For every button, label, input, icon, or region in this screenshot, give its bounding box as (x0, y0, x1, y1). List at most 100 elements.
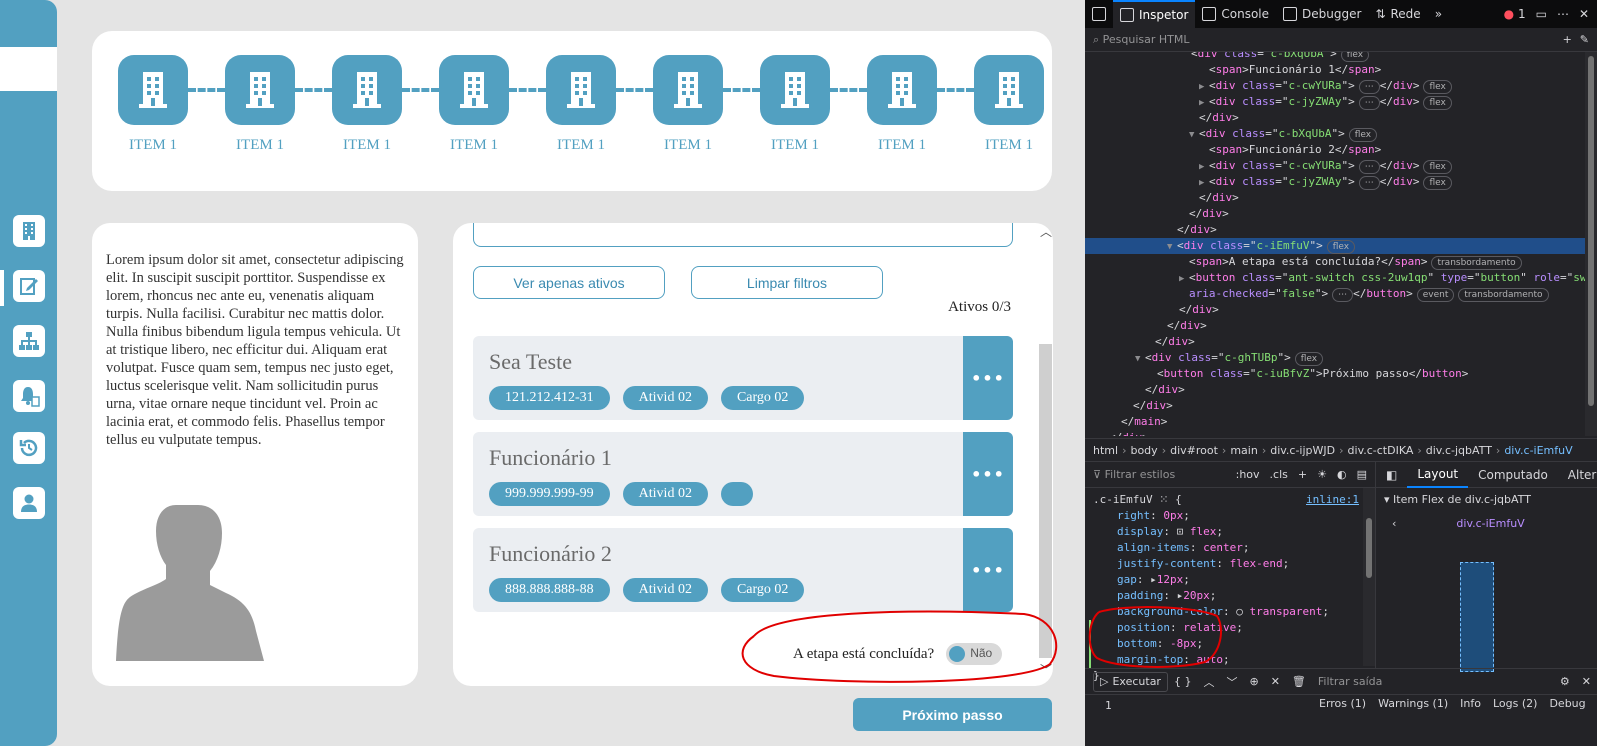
back-icon[interactable]: ‹ (1392, 517, 1396, 530)
hov-toggle[interactable]: :hov (1236, 468, 1260, 481)
pretty-print-icon[interactable]: { } (1168, 675, 1198, 688)
error-badge[interactable]: ● 1 (1504, 7, 1526, 21)
trash-icon[interactable]: 🗑 (1286, 675, 1312, 688)
step-tile[interactable] (118, 55, 188, 125)
scroll-up-arrow-icon[interactable]: ︿ (1040, 223, 1052, 240)
add-node-icon[interactable]: + (1563, 33, 1580, 46)
step-tile[interactable] (439, 55, 509, 125)
markup-line[interactable]: </div> (1085, 318, 1585, 334)
markup-line[interactable]: aria-checked="false"> ⋯ </button> event tran… (1085, 286, 1585, 302)
markup-line[interactable]: ▶ <button class="ant-switch css-2uw1qp" t… (1085, 270, 1585, 286)
next-step-button[interactable]: Próximo passo (853, 698, 1052, 731)
level-errors[interactable]: Erros (1) (1319, 697, 1366, 710)
close-icon[interactable]: ✕ (1579, 7, 1589, 21)
level-logs[interactable]: Logs (2) (1493, 697, 1537, 710)
markup-line[interactable]: ▶ <div class="c-jyZWAy"> ⋯ </div> flex (1085, 94, 1585, 110)
more-options-button[interactable]: ••• (963, 336, 1013, 420)
css-declaration[interactable]: align-items: center; (1089, 540, 1359, 556)
filter-active-button[interactable]: Ver apenas ativos (473, 266, 665, 299)
css-declaration[interactable]: gap: ▸12px; (1089, 572, 1359, 588)
markup-line[interactable]: ▶ <div class="c-cwYURa"> ⋯ </div> flex (1085, 78, 1585, 94)
markup-line[interactable]: </div> (1085, 302, 1585, 318)
step-tile[interactable] (332, 55, 402, 125)
tab-layout[interactable]: Layout (1407, 462, 1469, 488)
breadcrumb-item[interactable]: div.c-ijpWJD (1266, 444, 1339, 457)
flex-node-selector[interactable]: ‹ div.c-iEmfuV (1376, 510, 1597, 536)
tab-computed[interactable]: Computado (1468, 462, 1558, 488)
zoom-icon[interactable]: ⊕ (1243, 675, 1264, 688)
tab-debugger[interactable]: Debugger (1276, 0, 1368, 28)
more-options-icon[interactable]: ⋯ (1557, 7, 1569, 21)
markup-line[interactable]: ▶ <div class="c-jyZWAy"> ⋯ </div> flex (1085, 174, 1585, 190)
sidebar-item-notifications[interactable] (13, 380, 45, 412)
sidebar-item-organization[interactable] (13, 325, 45, 357)
breadcrumb-item[interactable]: div#root (1166, 444, 1222, 457)
markup-line-selected[interactable]: ▼ <div class="c-iEmfuV"> flex (1085, 238, 1585, 254)
employee-card[interactable]: Funcionário 2 888.888.888-88 Ativid 02 C… (473, 528, 1013, 612)
css-declaration-modified[interactable]: position: relative; (1089, 620, 1359, 636)
dock-icon[interactable]: ▭ (1536, 7, 1547, 21)
search-input[interactable] (473, 223, 1013, 247)
level-info[interactable]: Info (1460, 697, 1481, 710)
employee-card[interactable]: Funcionário 1 999.999.999-99 Ativid 02 •… (473, 432, 1013, 516)
markup-line[interactable]: </div> (1085, 334, 1585, 350)
markup-line[interactable]: <span>Funcionário 1</span> (1085, 62, 1585, 78)
step-tile[interactable] (974, 55, 1044, 125)
step-tile[interactable] (225, 55, 295, 125)
breadcrumb-item[interactable]: div.c-ctDIKA (1344, 444, 1418, 457)
markup-line[interactable]: <span>A etapa está concluída?</span> tran… (1085, 254, 1585, 270)
html-search-input[interactable]: ⌕ Pesquisar HTML + ✎ (1085, 28, 1597, 52)
step-item[interactable]: ITEM 1 (322, 55, 412, 154)
markup-line[interactable]: ▼ <div class="c-bXqUbA"> flex (1085, 126, 1585, 142)
level-debug[interactable]: Debug (1549, 697, 1585, 710)
clear-filters-button[interactable]: Limpar filtros (691, 266, 883, 299)
breadcrumb-item[interactable]: body (1126, 444, 1161, 457)
rule-header[interactable]: .c-iEmfuV ⁙ {inline:1 (1089, 492, 1359, 508)
history-down-icon[interactable]: ﹀ (1220, 674, 1243, 690)
step-tile[interactable] (653, 55, 723, 125)
rules-scrollbar[interactable] (1363, 488, 1375, 666)
markup-scrollbar[interactable] (1585, 52, 1597, 436)
markup-line[interactable]: </div> (1085, 222, 1585, 238)
step-item[interactable]: ITEM 1 (857, 55, 947, 154)
css-declaration[interactable]: background-color: ○ transparent; (1089, 604, 1359, 620)
step-tile[interactable] (760, 55, 830, 125)
breadcrumb-item-active[interactable]: div.c-iEmfuV (1500, 444, 1576, 457)
dark-theme-icon[interactable]: ◐ (1337, 468, 1347, 481)
close-split-icon[interactable]: ✕ (1576, 675, 1597, 688)
css-declaration[interactable]: display: ⊡ flex; (1089, 524, 1359, 540)
console-filter-input[interactable]: Filtrar saída (1318, 675, 1383, 688)
markup-line[interactable]: </div> (1085, 430, 1585, 436)
markup-line[interactable]: ▶ <div class="c-cwYURa"> ⋯ </div> flex (1085, 158, 1585, 174)
step-item[interactable]: ITEM 1 (643, 55, 733, 154)
tab-network[interactable]: ⇅ Rede (1368, 0, 1427, 28)
markup-scrollbar-thumb[interactable] (1588, 56, 1594, 406)
markup-line[interactable]: </main> (1085, 414, 1585, 430)
tab-changes[interactable]: Altera (1558, 462, 1597, 488)
step-tile[interactable] (867, 55, 937, 125)
breadcrumb-item[interactable]: html (1089, 444, 1122, 457)
tab-inspector[interactable]: Inspetor (1113, 0, 1196, 28)
sidebar-item-edit[interactable] (13, 270, 45, 302)
more-options-button[interactable]: ••• (963, 432, 1013, 516)
step-item[interactable]: ITEM 1 (429, 55, 519, 154)
employee-card[interactable]: Sea Teste 121.212.412-31 Ativid 02 Cargo… (473, 336, 1013, 420)
level-warnings[interactable]: Warnings (1) (1378, 697, 1448, 710)
more-tabs-button[interactable]: » (1428, 0, 1449, 28)
markup-line[interactable]: </div> (1085, 398, 1585, 414)
rules-scrollbar-thumb[interactable] (1366, 518, 1372, 578)
close-console-icon[interactable]: ✕ (1265, 675, 1286, 688)
run-button[interactable]: ▷ Executar (1093, 671, 1168, 692)
cls-toggle[interactable]: .cls (1270, 468, 1288, 481)
step-item[interactable]: ITEM 1 (536, 55, 626, 154)
markup-line[interactable]: <button class="c-iuBfvZ">Próximo passo</… (1085, 366, 1585, 382)
more-options-button[interactable]: ••• (963, 528, 1013, 612)
css-declaration-modified[interactable]: margin-top: auto; (1089, 652, 1359, 668)
eyedropper-icon[interactable]: ✎ (1580, 33, 1597, 46)
add-rule-icon[interactable]: + (1298, 468, 1307, 481)
css-declaration-modified[interactable]: bottom: -8px; (1089, 636, 1359, 652)
sidebar-item-companies[interactable] (13, 215, 45, 247)
toggle-sidebar-icon[interactable]: ◧ (1376, 462, 1407, 488)
light-theme-icon[interactable]: ☀ (1317, 468, 1327, 481)
markup-line[interactable]: <div class="c-bXqUbA"> flex (1085, 52, 1585, 62)
